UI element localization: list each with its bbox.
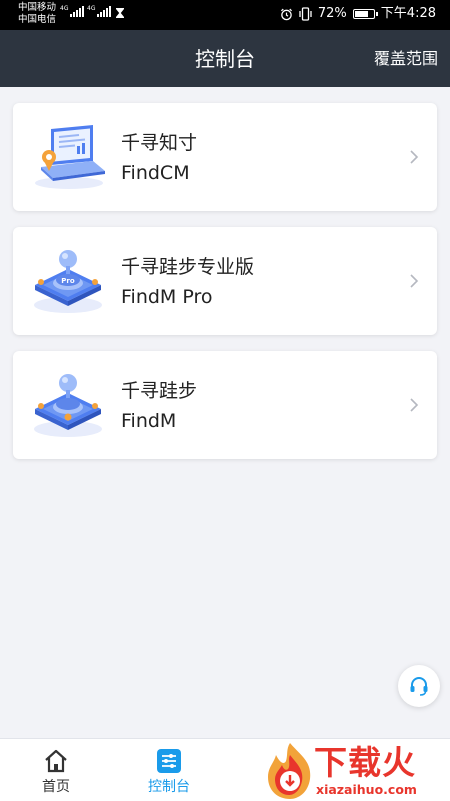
home-icon [45, 749, 67, 773]
status-right: 72% 下午4:28 [280, 6, 436, 22]
card-title: 千寻跬步 [121, 380, 198, 402]
flame-logo-icon [268, 743, 311, 799]
hourglass-icon [116, 8, 124, 18]
bottom-navigation: 首页 控制台 下载火 xiazaihuo.com [0, 738, 450, 801]
top-bar: 控制台 覆盖范围 [0, 30, 450, 87]
signal-icon-2: 4G [87, 6, 112, 17]
clock: 下午4:28 [380, 6, 436, 21]
card-subtitle: FindCM [121, 162, 190, 184]
tab-home[interactable]: 首页 [11, 739, 101, 801]
carrier-2: 中国电信 [18, 14, 57, 25]
alarm-icon [280, 8, 292, 20]
customer-service-button[interactable] [398, 665, 440, 707]
vibrate-icon [299, 7, 312, 21]
watermark: 下载火 xiazaihuo.com [262, 741, 450, 801]
tab-home-label: 首页 [42, 779, 70, 795]
watermark-text: 下载火 [314, 743, 416, 782]
status-bar: 中国移动 中国电信 4G 4G 72% 下午4:28 [0, 0, 450, 30]
battery-percent: 72% [317, 6, 347, 21]
card-title: 千寻知寸 [121, 132, 198, 154]
battery-icon [352, 9, 378, 19]
console-icon [157, 749, 181, 773]
product-card-findm[interactable]: 千寻跬步 FindM [13, 351, 437, 459]
card-subtitle: FindM Pro [121, 286, 213, 308]
chevron-right-icon [410, 398, 419, 412]
carrier-1: 中国移动 [18, 2, 57, 13]
watermark-url: xiazaihuo.com [316, 782, 417, 797]
tab-console-label: 控制台 [148, 779, 190, 795]
coverage-button[interactable]: 覆盖范围 [374, 48, 438, 70]
headset-icon [410, 677, 428, 696]
svg-text:Pro: Pro [61, 277, 75, 285]
station-icon [34, 374, 102, 437]
laptop-location-icon [35, 125, 105, 189]
card-title: 千寻跬步专业版 [121, 256, 255, 278]
product-card-findcm[interactable]: 千寻知寸 FindCM [13, 103, 437, 211]
tab-console[interactable]: 控制台 [124, 739, 214, 801]
carrier-labels: 中国移动 中国电信 [18, 2, 56, 26]
card-subtitle: FindM [121, 410, 177, 432]
signal-icon: 4G [60, 6, 85, 17]
pro-station-icon: Pro [34, 250, 102, 313]
chevron-right-icon [410, 150, 419, 164]
chevron-right-icon [410, 274, 419, 288]
product-card-findm-pro[interactable]: Pro 千寻跬步专业版 FindM Pro [13, 227, 437, 335]
